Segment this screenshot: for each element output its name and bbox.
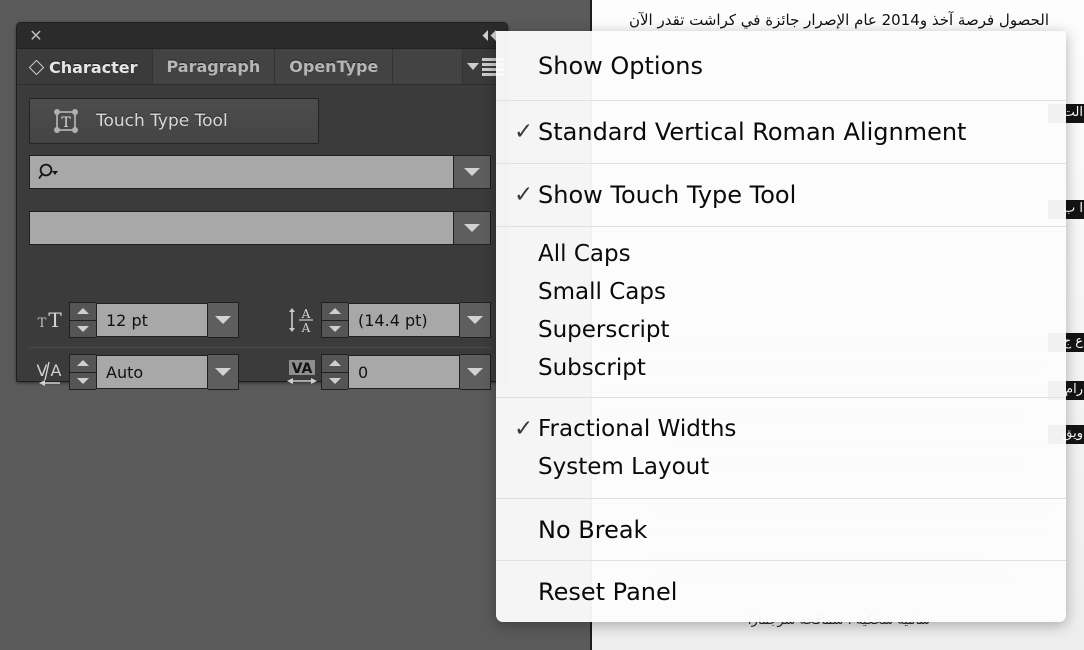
tab-opentype[interactable]: OpenType [275,49,394,84]
menu-item-system-layout[interactable]: System Layout [496,448,1066,486]
tracking-dropdown-arrow[interactable] [460,354,491,390]
menu-item-show-options[interactable]: Show Options [496,31,1066,100]
svg-text:T: T [38,316,47,331]
font-style-dropdown-arrow[interactable] [453,212,490,244]
kerning-value[interactable]: Auto [96,355,208,389]
svg-text:A: A [301,321,311,334]
menu-item-show-touch-type-tool[interactable]: ✓ Show Touch Type Tool [496,164,1066,226]
menu-item-checkmark: ✓ [514,182,534,208]
svg-text:A: A [301,307,311,321]
menu-item-label: No Break [538,515,648,544]
tab-label: Paragraph [166,57,261,76]
close-icon[interactable]: ✕ [27,27,45,45]
font-size-field: T T 12 pt [31,302,239,338]
menu-item-label: Show Options [538,51,703,80]
menu-item-label: Show Touch Type Tool [538,181,797,209]
menu-item-checkmark: ✓ [514,119,534,145]
leading-stepper[interactable] [321,302,348,338]
font-family-row [29,155,491,189]
font-size-value[interactable]: 12 pt [96,303,208,337]
menu-item-checkmark: ✓ [514,416,534,442]
menu-item-label: Standard Vertical Roman Alignment [538,118,967,146]
menu-item-label: Superscript [538,317,670,343]
leading-field: A A (14.4 pt) [283,302,491,338]
kerning-dropdown-arrow[interactable] [208,354,239,390]
tab-paragraph[interactable]: Paragraph [152,49,276,84]
menu-item-no-break[interactable]: No Break [496,499,1066,560]
svg-text:T: T [61,115,71,131]
tracking-stepper[interactable] [321,354,348,390]
leading-value[interactable]: (14.4 pt) [348,303,460,337]
menu-item-superscript[interactable]: Superscript [496,311,1066,349]
menu-item-label: Subscript [538,355,646,381]
search-icon [30,162,60,182]
tracking-icon: VA [283,355,321,389]
menu-group-pad [496,398,1066,410]
touch-type-tool-button[interactable]: T Touch Type Tool [29,98,319,144]
menu-item-standard-vertical-roman-alignment[interactable]: ✓ Standard Vertical Roman Alignment [496,101,1066,163]
document-headline: الحصول فرصة آخذ و2014 عام الإصرار جائزة … [628,11,1049,29]
menu-item-label: Small Caps [538,279,666,305]
menu-item-all-caps[interactable]: All Caps [496,235,1066,273]
menu-group-pad [496,387,1066,397]
kerning-stepper[interactable] [69,354,96,390]
panel-titlebar: ✕ [17,23,507,49]
font-size-icon: T T [31,303,69,337]
kerning-field: V A Auto [31,354,239,390]
tracking-field: VA 0 [283,354,491,390]
touch-type-tool-icon: T [52,107,80,135]
character-panel: ✕ Character Paragraph OpenType T Touch T… [16,22,508,390]
panel-flyout-menu: Show Options ✓ Standard Vertical Roman A… [496,31,1066,622]
menu-item-label: System Layout [538,454,710,480]
menu-item-subscript[interactable]: Subscript [496,349,1066,387]
tracking-value[interactable]: 0 [348,355,460,389]
leading-icon: A A [283,303,321,337]
font-style-combo[interactable] [29,211,491,245]
font-style-row [29,211,491,245]
svg-text:A: A [51,361,62,380]
menu-item-reset-panel[interactable]: Reset Panel [496,561,1066,622]
tab-character[interactable]: Character [17,49,153,84]
menu-item-fractional-widths[interactable]: ✓ Fractional Widths [496,410,1066,448]
svg-text:VA: VA [292,361,313,377]
svg-text:T: T [48,308,62,332]
menu-item-label: Fractional Widths [538,416,737,442]
touch-type-tool-label: Touch Type Tool [96,111,228,131]
tab-label: OpenType [289,57,379,76]
panel-divider [29,347,491,348]
menu-item-label: Reset Panel [538,577,678,606]
menu-item-small-caps[interactable]: Small Caps [496,273,1066,311]
menu-item-label: All Caps [538,241,631,267]
font-size-stepper[interactable] [69,302,96,338]
tabbar-spacer [393,49,463,84]
font-size-dropdown-arrow[interactable] [208,302,239,338]
font-family-combo[interactable] [29,155,491,189]
leading-dropdown-arrow[interactable] [460,302,491,338]
panel-tabbar: Character Paragraph OpenType [17,49,507,85]
kerning-icon: V A [31,355,69,389]
menu-group-pad [496,486,1066,498]
diamond-icon [28,59,45,75]
menu-group-pad [496,227,1066,235]
font-family-dropdown-arrow[interactable] [453,156,490,188]
tab-label: Character [49,57,138,77]
